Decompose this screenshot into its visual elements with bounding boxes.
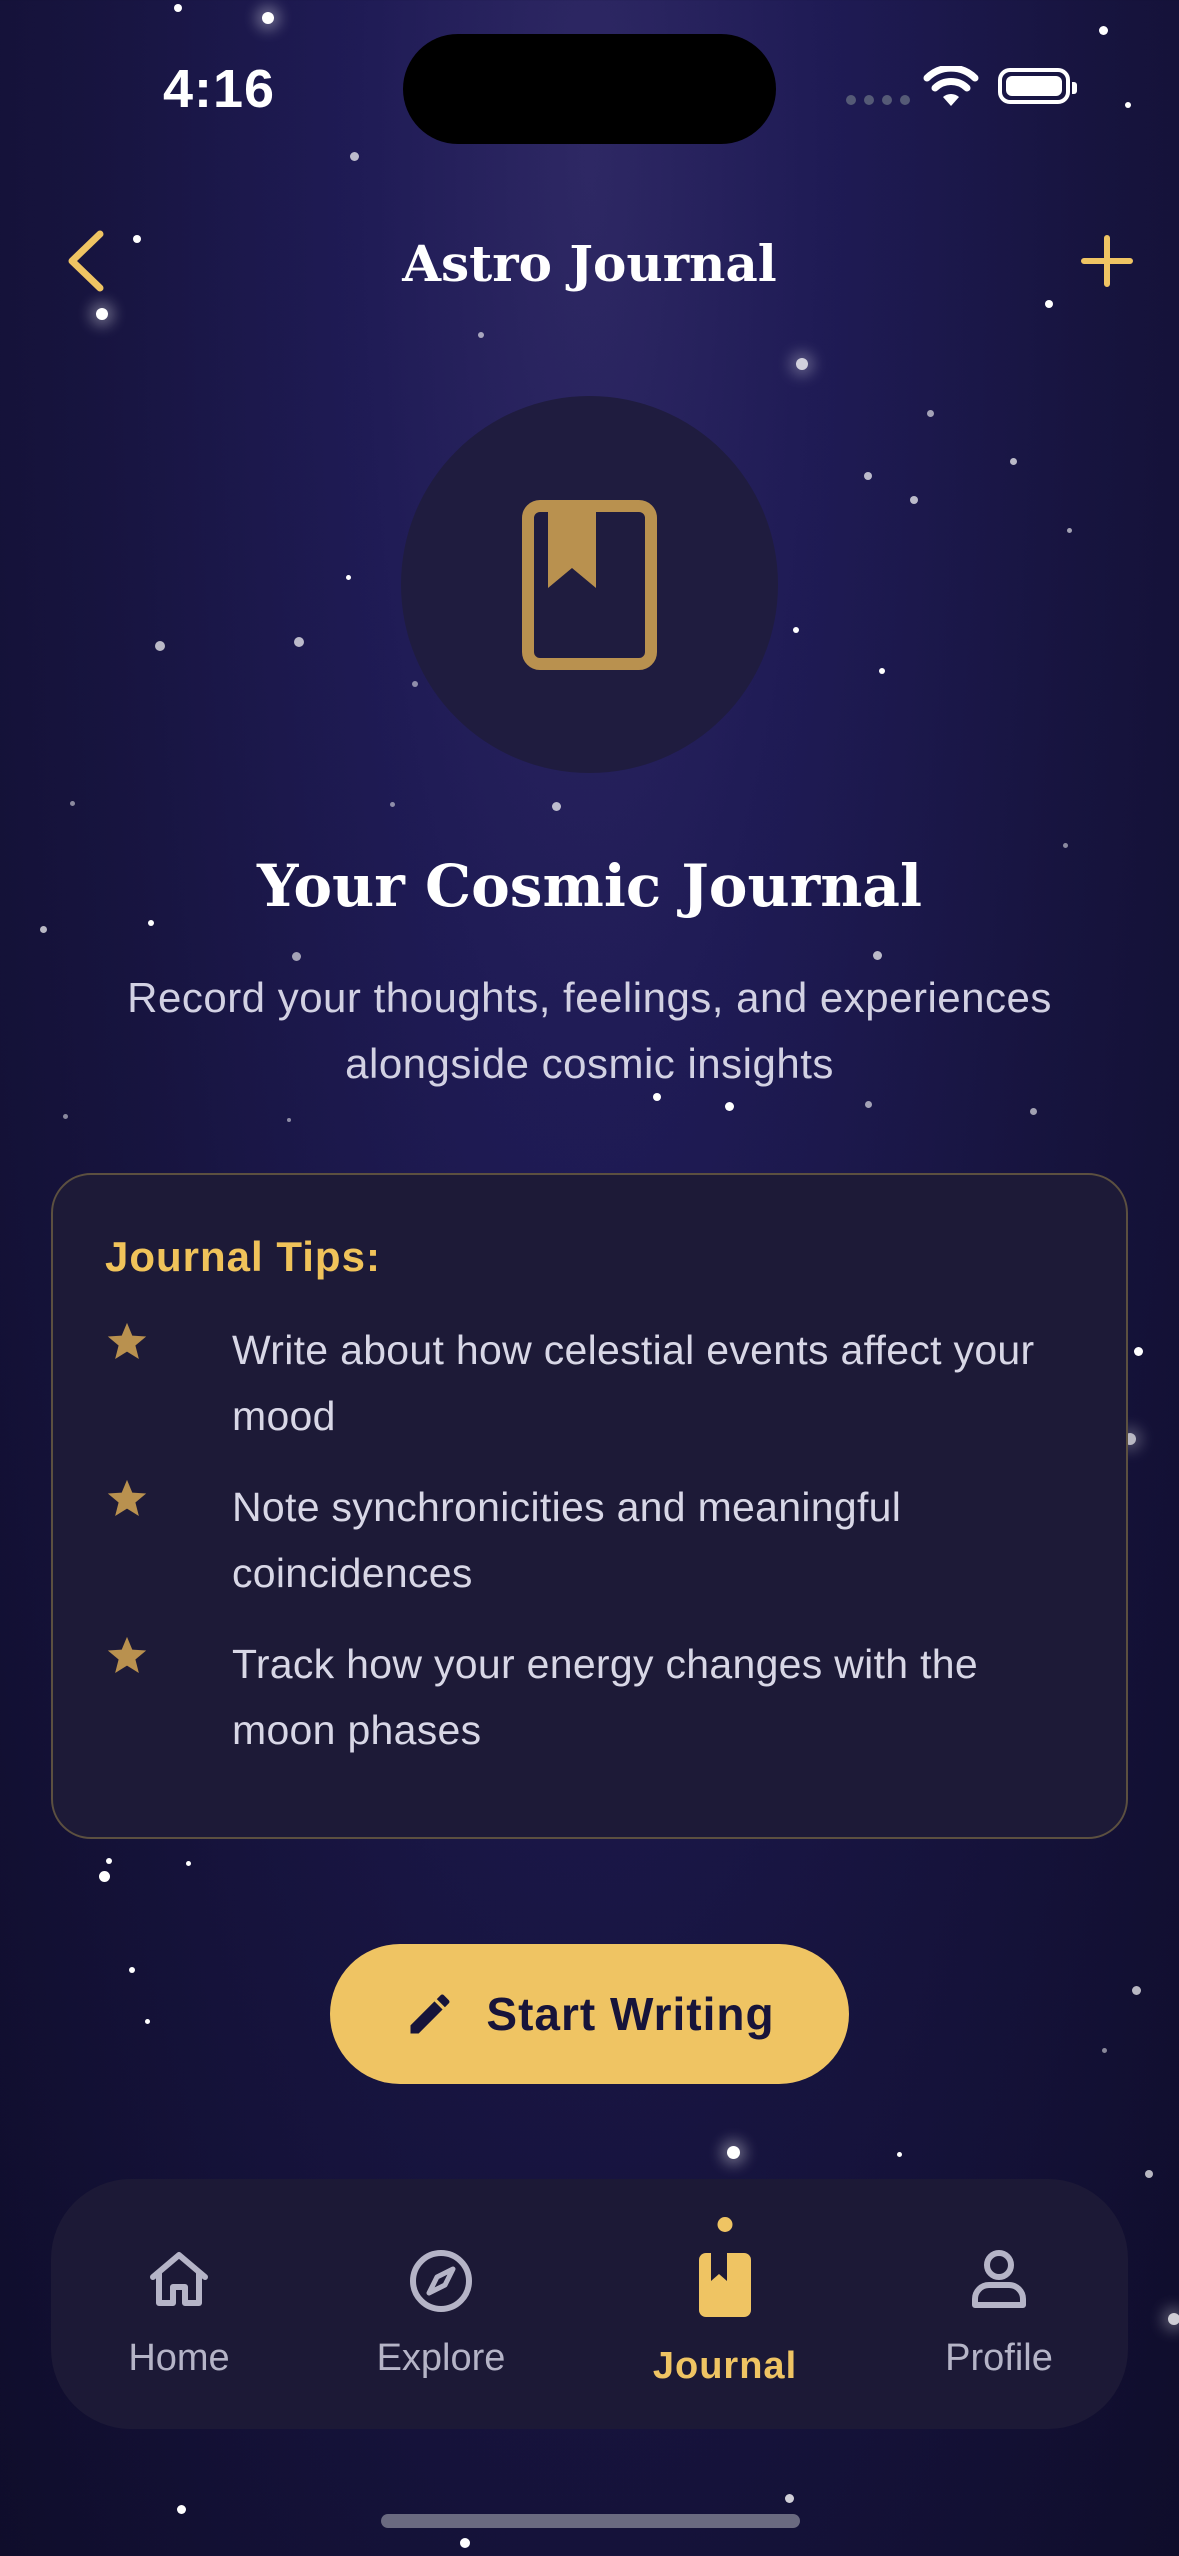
star-icon: [107, 1322, 147, 1359]
cellular-signal-icon: [846, 95, 910, 105]
compass-icon: [410, 2250, 472, 2312]
tip-item: Note synchronicities and meaningful coin…: [105, 1474, 1085, 1606]
dynamic-island: [403, 34, 776, 144]
star-icon: [107, 1636, 147, 1673]
bookmark-book-icon: [522, 500, 657, 670]
star-icon: [107, 1479, 147, 1516]
journal-icon: [699, 2253, 751, 2317]
tab-explore[interactable]: Explore: [321, 2179, 561, 2429]
person-icon: [972, 2250, 1026, 2308]
tab-profile[interactable]: Profile: [879, 2179, 1119, 2429]
status-time: 4:16: [163, 59, 276, 119]
journal-tips-card: Journal Tips: Write about how celestial …: [51, 1173, 1128, 1839]
home-indicator[interactable]: [381, 2514, 800, 2528]
start-writing-label: Start Writing: [486, 1988, 775, 2040]
tip-item: Track how your energy changes with the m…: [105, 1631, 1085, 1763]
tab-journal[interactable]: Journal: [605, 2179, 845, 2429]
tip-item: Write about how celestial events affect …: [105, 1317, 1085, 1449]
page-title: Astro Journal: [402, 234, 777, 293]
battery-icon: [998, 68, 1077, 104]
pencil-icon: [410, 1994, 450, 2034]
wifi-icon: [923, 66, 979, 106]
hero-subtitle: Record your thoughts, feelings, and expe…: [127, 974, 1052, 1087]
tip-text: Write about how celestial events affect …: [232, 1327, 1035, 1439]
tab-label: Journal: [652, 2345, 798, 2387]
tips-title: Journal Tips:: [105, 1233, 381, 1280]
add-entry-button[interactable]: [1080, 234, 1134, 288]
bottom-tab-bar: Home Explore Journal Profile: [51, 2179, 1128, 2429]
start-writing-button[interactable]: Start Writing: [330, 1944, 849, 2084]
active-indicator-dot: [717, 2217, 733, 2232]
tab-label: Explore: [376, 2337, 506, 2379]
hero-title: Your Cosmic Journal: [256, 852, 923, 920]
home-icon: [150, 2252, 208, 2306]
tip-text: Track how your energy changes with the m…: [232, 1641, 978, 1753]
tip-text: Note synchronicities and meaningful coin…: [232, 1484, 902, 1596]
tab-label: Profile: [945, 2337, 1053, 2379]
tab-home[interactable]: Home: [59, 2179, 299, 2429]
tab-label: Home: [128, 2337, 230, 2379]
